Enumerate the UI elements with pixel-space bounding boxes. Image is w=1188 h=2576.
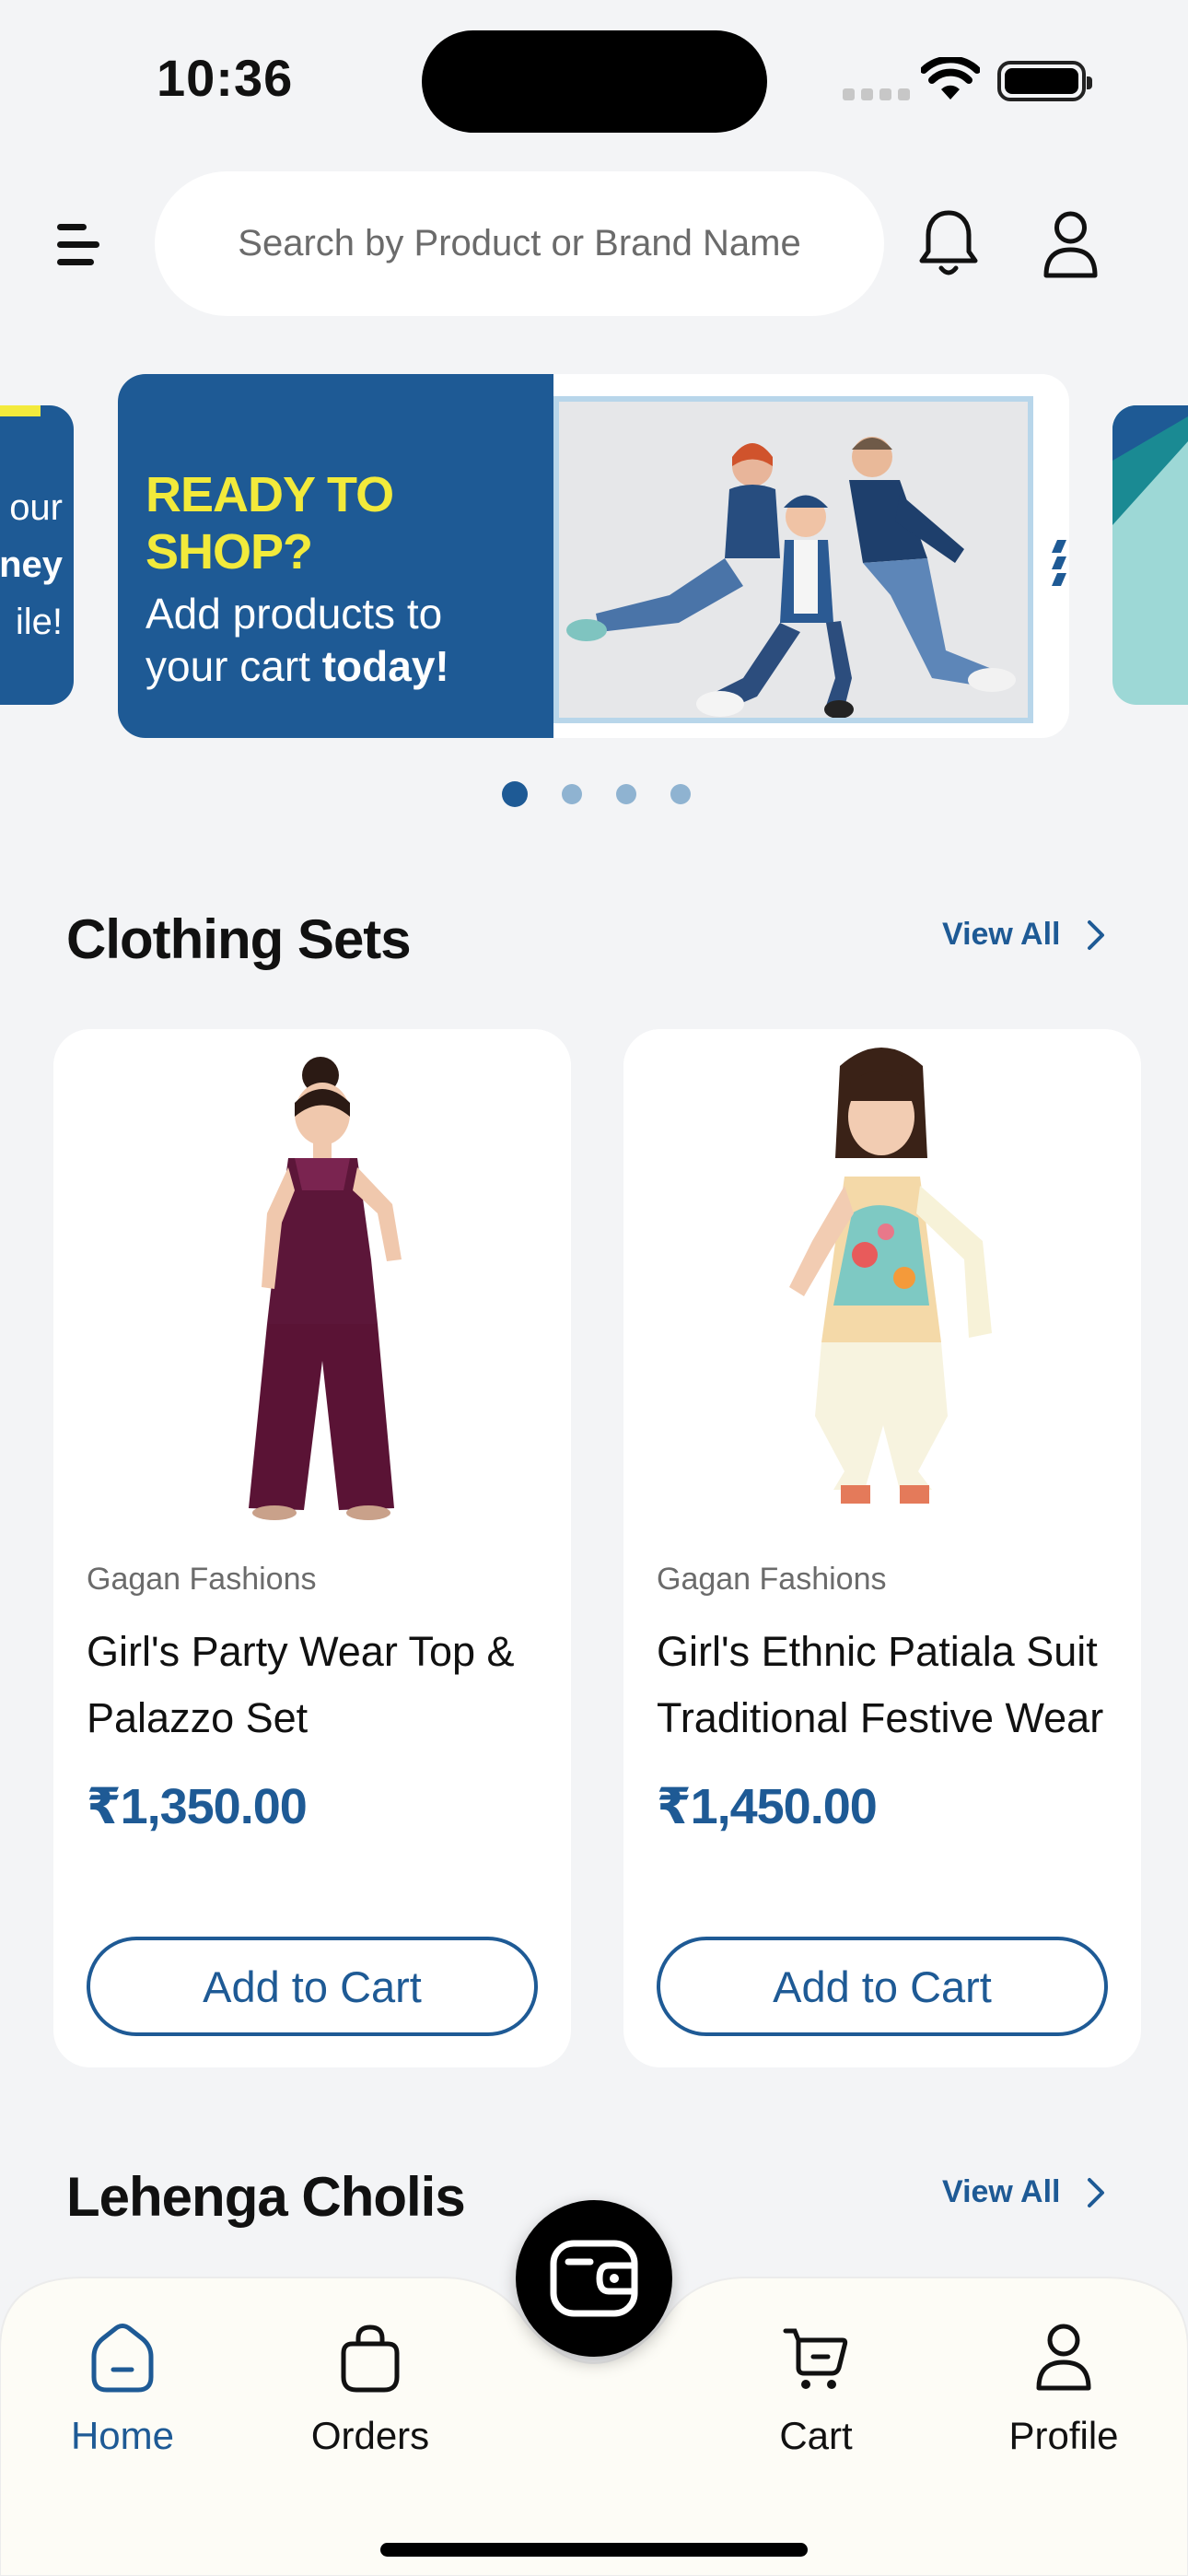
banner-subtitle: Add products to your cart today! xyxy=(146,590,449,690)
carousel-dot-1[interactable] xyxy=(502,781,528,807)
product-image xyxy=(53,1029,571,1527)
home-icon xyxy=(91,2324,154,2393)
banner-family-image xyxy=(553,396,1033,723)
profile-icon xyxy=(1036,2324,1091,2391)
view-all-label: View All xyxy=(942,917,1061,952)
nav-item-home[interactable]: Home xyxy=(21,2322,224,2458)
menu-icon[interactable] xyxy=(57,224,99,266)
nav-label-orders: Orders xyxy=(310,2414,430,2457)
carousel-dot-3[interactable] xyxy=(616,784,636,804)
banner-peek-previous[interactable]: our ney ile! xyxy=(0,405,74,705)
nav-item-orders[interactable]: Orders xyxy=(269,2322,472,2458)
promo-banner[interactable]: READY TO SHOP? Add products to your cart… xyxy=(118,374,1069,738)
search-placeholder: Search by Product or Brand Name xyxy=(238,223,801,263)
cellular-signal-icon xyxy=(843,88,910,100)
nav-label-cart: Cart xyxy=(779,2414,853,2457)
product-name[interactable]: Girl's Ethnic Patiala Suit Traditional F… xyxy=(657,1619,1108,1751)
section-title-clothing-sets: Clothing Sets xyxy=(66,908,412,970)
bell-icon[interactable] xyxy=(916,207,981,281)
section-title-lehenga-cholis: Lehenga Cholis xyxy=(66,2166,466,2228)
product-brand: Gagan Fashions xyxy=(87,1562,317,1597)
banner-text-panel: READY TO SHOP? Add products to your cart… xyxy=(118,374,553,738)
chevron-right-icon xyxy=(1087,919,1104,950)
carousel-dot-4[interactable] xyxy=(670,784,691,804)
product-name[interactable]: Girl's Party Wear Top & Palazzo Set xyxy=(87,1619,538,1751)
banner-title: READY TO SHOP? xyxy=(146,467,394,580)
product-price: ₹1,350.00 xyxy=(87,1779,308,1834)
view-all-lehenga-cholis-button[interactable]: View All xyxy=(942,2174,1105,2210)
wallet-icon xyxy=(550,2240,638,2317)
banner-decor-stripes xyxy=(1052,540,1066,586)
view-all-label: View All xyxy=(942,2174,1061,2209)
dynamic-island xyxy=(422,30,767,133)
product-brand: Gagan Fashions xyxy=(657,1562,887,1597)
product-card[interactable]: Gagan Fashions Girl's Party Wear Top & P… xyxy=(53,1029,571,2067)
wallet-button[interactable] xyxy=(516,2200,672,2357)
add-to-cart-button[interactable]: Add to Cart xyxy=(87,1937,538,2036)
carousel-pagination xyxy=(502,781,691,807)
product-price: ₹1,450.00 xyxy=(657,1779,878,1834)
nav-item-profile[interactable]: Profile xyxy=(962,2322,1165,2458)
product-image xyxy=(623,1029,1141,1527)
home-indicator xyxy=(380,2543,808,2557)
user-icon[interactable] xyxy=(1041,207,1101,281)
cart-icon xyxy=(783,2328,848,2389)
view-all-clothing-sets-button[interactable]: View All xyxy=(942,917,1105,953)
product-card[interactable]: Gagan Fashions Girl's Ethnic Patiala Sui… xyxy=(623,1029,1141,2067)
nav-item-cart[interactable]: Cart xyxy=(715,2322,917,2458)
status-time: 10:36 xyxy=(157,49,294,107)
carousel-dot-2[interactable] xyxy=(562,784,582,804)
search-input[interactable]: Search by Product or Brand Name xyxy=(155,171,884,316)
battery-icon xyxy=(997,61,1092,101)
nav-label-home: Home xyxy=(70,2414,175,2457)
banner-peek-next[interactable] xyxy=(1112,405,1188,705)
nav-label-profile: Profile xyxy=(1008,2414,1119,2457)
status-bar: 10:36 xyxy=(0,0,1188,157)
add-to-cart-button[interactable]: Add to Cart xyxy=(657,1937,1108,2036)
wifi-icon xyxy=(921,57,980,100)
bag-icon xyxy=(341,2324,400,2393)
chevron-right-icon xyxy=(1087,2177,1104,2207)
